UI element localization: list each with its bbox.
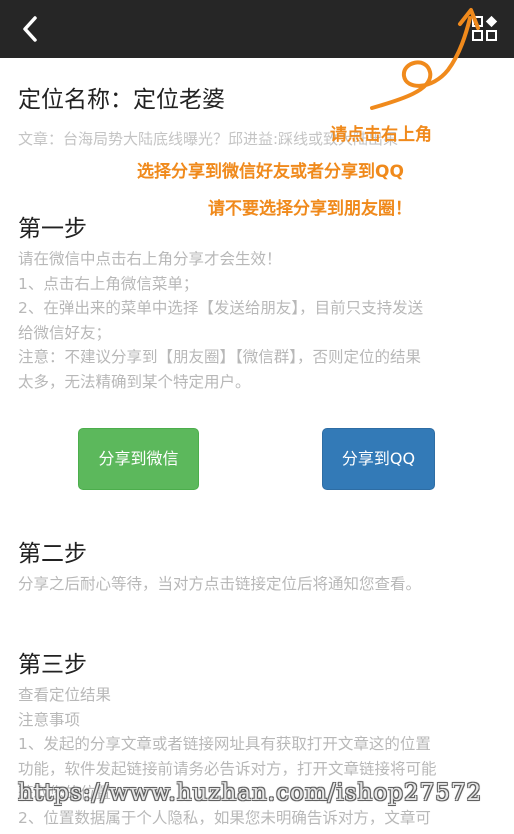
step1-instructions: 请在微信中点击右上角分享才会生效！ 1、点击右上角微信菜单； 2、在弹出来的菜单… (18, 247, 496, 394)
step3-line: 功能，软件发起链接前请务必告诉对方，打开文章链接将可能 (18, 759, 437, 778)
back-button[interactable] (14, 12, 48, 46)
chevron-left-icon (23, 16, 37, 42)
step3-line: 1、发起的分享文章或者链接网址具有获取打开文章这的位置 (18, 735, 431, 753)
watermark: https://www.huzhan.com/ishop27572 (18, 780, 483, 806)
share-to-qq-button[interactable]: 分享到QQ (322, 428, 435, 490)
step3-line: 查看定位结果 (18, 686, 112, 704)
hint-click-top-right: 请点击右上角 (330, 125, 432, 145)
step3-instructions: 查看定位结果 注意事项 1、发起的分享文章或者链接网址具有获取打开文章这的位置 … (18, 683, 496, 830)
hint-no-moments: 请不要选择分享到朋友圈！ (208, 199, 412, 219)
step1-line: 给微信好友； (18, 323, 112, 342)
page-title: 定位名称：定位老婆 (18, 87, 225, 113)
step1-line: 2、在弹出来的菜单中选择【发送给朋友】，目前只支持发送 (18, 299, 424, 317)
pointing-arrow-icon (370, 8, 480, 110)
hint-share-target: 选择分享到微信好友或者分享到QQ (137, 162, 404, 182)
step1-line: 请在微信中点击右上角分享才会生效！ (18, 250, 282, 268)
step3-title: 第三步 (18, 652, 87, 678)
step1-line: 1、点击右上角微信菜单； (18, 274, 199, 293)
step2-line: 分享之后耐心等待，当对方点击链接定位后将通知您查看。 (18, 575, 422, 593)
step3-line: 2、位置数据属于个人隐私，如果您未明确告诉对方，文章可 (18, 808, 431, 827)
share-to-wechat-button[interactable]: 分享到微信 (78, 428, 199, 490)
step1-line: 太多，无法精确到某个特定用户。 (18, 372, 251, 391)
step1-line: 注意：不建议分享到【朋友圈】【微信群】，否则定位的结果 (18, 348, 422, 366)
step3-line: 注意事项 (18, 710, 81, 729)
step2-instructions: 分享之后耐心等待，当对方点击链接定位后将通知您查看。 (18, 572, 496, 597)
step2-title: 第二步 (18, 541, 87, 567)
step1-title: 第一步 (18, 216, 87, 242)
